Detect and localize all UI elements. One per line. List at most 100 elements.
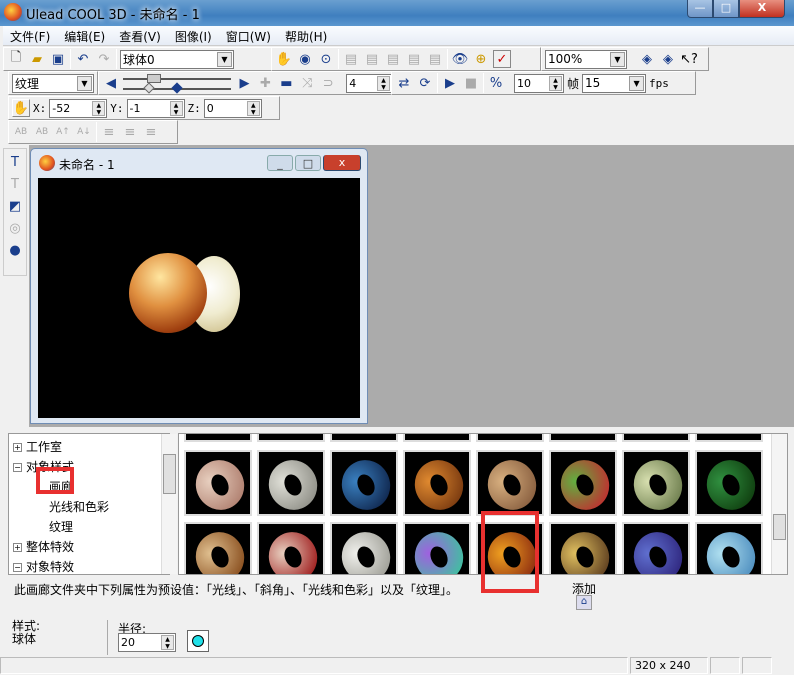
close-button[interactable]: X — [739, 0, 785, 18]
web-publish-icon[interactable]: ◈ — [659, 50, 677, 68]
doc-minimize-button[interactable]: _ — [267, 155, 293, 171]
gallery-thumbnail[interactable] — [330, 450, 398, 516]
gallery-thumbnail-partial[interactable] — [330, 434, 398, 442]
gallery-thumbnail-partial[interactable] — [257, 434, 325, 442]
undo-icon[interactable]: ↶ — [74, 50, 92, 68]
add-keyframe-icon[interactable]: ✚ — [256, 74, 274, 92]
line-spacing-down-icon[interactable]: A↓ — [75, 123, 93, 141]
doc-maximize-button[interactable]: □ — [295, 155, 321, 171]
tree-item-studio[interactable]: + 工作室 — [13, 438, 62, 455]
hand-icon[interactable]: ✋ — [12, 99, 30, 117]
minimize-button[interactable]: — — [687, 0, 713, 18]
align-center-icon[interactable]: ≡ — [121, 123, 139, 141]
tree-item-global-effects[interactable]: + 整体特效 — [13, 538, 74, 555]
help-cursor-icon[interactable]: ↖? — [680, 50, 698, 68]
tree-item-object-effects[interactable]: − 对象特效 — [13, 558, 74, 575]
timeline-slider[interactable] — [122, 73, 233, 94]
gallery-thumbnail-partial[interactable] — [549, 434, 617, 442]
shape-icon-1[interactable]: ▤ — [342, 50, 360, 68]
fps-select[interactable]: 15 ▼ — [582, 73, 647, 93]
frames-spinner[interactable]: 10 ▲ ▼ — [514, 73, 564, 93]
menu-file[interactable]: 文件(F) — [3, 26, 57, 47]
rotate-view-icon[interactable]: ◉ — [296, 50, 314, 68]
play-icon[interactable]: ▶ — [441, 74, 459, 92]
smooth-icon[interactable]: % — [487, 74, 505, 92]
doc-close-button[interactable]: x — [323, 155, 361, 171]
y-input[interactable]: -1 ▲ ▼ — [126, 98, 185, 118]
previous-keyframe-icon[interactable]: ◀ — [102, 74, 120, 92]
next-keyframe-icon[interactable]: ▶ — [236, 74, 254, 92]
gallery-thumbnail[interactable] — [622, 522, 690, 574]
gallery-thumbnail[interactable] — [184, 522, 252, 574]
menu-view[interactable]: 查看(V) — [112, 26, 168, 47]
z-input[interactable]: 0 ▲ ▼ — [203, 98, 262, 118]
gallery-thumbnail[interactable] — [184, 450, 252, 516]
shape-icon-3[interactable]: ▤ — [384, 50, 402, 68]
edit-text-icon[interactable]: T — [6, 175, 24, 193]
gallery-thumbnail[interactable] — [622, 450, 690, 516]
shape-icon-2[interactable]: ▤ — [363, 50, 381, 68]
reverse-icon[interactable]: ⤨ — [298, 74, 316, 92]
stop-icon[interactable]: ■ — [462, 74, 480, 92]
gallery-thumbnail[interactable] — [330, 522, 398, 574]
tree-item-light-color[interactable]: 光线和色彩 — [49, 498, 109, 515]
align-right-icon[interactable]: ≡ — [142, 123, 160, 141]
preview-icon[interactable]: 👁 — [451, 50, 469, 68]
web-export-icon[interactable]: ◈ — [638, 50, 656, 68]
radius-input[interactable]: 20 ▲ ▼ — [118, 633, 176, 652]
loop-icon[interactable]: ⊃ — [319, 74, 337, 92]
gallery-thumbnail[interactable] — [257, 522, 325, 574]
gallery-thumbnail-partial[interactable] — [403, 434, 471, 442]
text-spacing-narrow-icon[interactable]: AB — [33, 123, 51, 141]
tree-scrollbar[interactable] — [161, 434, 177, 574]
gallery-thumbnail[interactable] — [476, 450, 544, 516]
redo-icon[interactable]: ↷ — [95, 50, 113, 68]
gallery-thumbnail[interactable] — [695, 522, 763, 574]
remove-keyframe-icon[interactable]: ▬ — [277, 74, 295, 92]
insert-graphic-icon[interactable]: ◩ — [6, 197, 24, 215]
x-input[interactable]: -52 ▲ ▼ — [49, 98, 108, 118]
object-select[interactable]: 球体0 ▼ — [120, 49, 234, 69]
gallery-thumbnail[interactable] — [549, 522, 617, 574]
gallery-thumbnail[interactable] — [549, 450, 617, 516]
menu-image[interactable]: 图像(I) — [168, 26, 219, 47]
gallery-scrollbar[interactable] — [771, 434, 787, 574]
gallery-thumbnail-partial[interactable] — [476, 434, 544, 442]
gallery-thumbnail[interactable] — [403, 450, 471, 516]
loop-mode-icon[interactable]: ⇄ — [395, 74, 413, 92]
zoom-select[interactable]: 100% ▼ — [545, 49, 627, 69]
text-spacing-icon[interactable]: AB — [12, 123, 30, 141]
save-icon[interactable]: ▣ — [49, 50, 67, 68]
fit-view-icon[interactable]: ⊙ — [317, 50, 335, 68]
canvas-icon[interactable]: ✓ — [493, 50, 511, 68]
new-file-icon[interactable]: 🗋 — [7, 50, 25, 68]
gallery-thumbnail-partial[interactable] — [695, 434, 763, 442]
open-folder-icon[interactable]: ▰ — [28, 50, 46, 68]
menu-window[interactable]: 窗口(W) — [219, 26, 278, 47]
ping-pong-icon[interactable]: ⟳ — [416, 74, 434, 92]
gallery-thumbnail[interactable] — [695, 450, 763, 516]
shape-icon-5[interactable]: ▤ — [426, 50, 444, 68]
tree-item-texture[interactable]: 纹理 — [49, 518, 73, 535]
shape-icon-4[interactable]: ▤ — [405, 50, 423, 68]
add-to-gallery-button[interactable]: ⌂ — [576, 595, 592, 610]
maximize-button[interactable]: □ — [713, 0, 739, 18]
hand-icon[interactable]: ✋ — [275, 50, 293, 68]
edit-graphic-icon[interactable]: ◎ — [6, 219, 24, 237]
line-spacing-up-icon[interactable]: A↑ — [54, 123, 72, 141]
gallery-thumbnail-partial[interactable] — [184, 434, 252, 442]
gallery-thumbnail-partial[interactable] — [622, 434, 690, 442]
menu-help[interactable]: 帮助(H) — [278, 26, 334, 47]
globe-icon[interactable]: ⊕ — [472, 50, 490, 68]
color-swatch-button[interactable] — [187, 630, 209, 652]
menu-edit[interactable]: 编辑(E) — [57, 26, 112, 47]
attribute-select[interactable]: 纹理 ▼ — [12, 73, 94, 93]
align-left-icon[interactable]: ≡ — [100, 123, 118, 141]
insert-geometry-icon[interactable]: ● — [6, 241, 24, 259]
keyframe-spinner[interactable]: 4 ▲ ▼ — [346, 73, 393, 93]
insert-text-icon[interactable]: T — [6, 153, 24, 171]
gallery-thumbnail[interactable] — [257, 450, 325, 516]
gallery-thumbnail[interactable] — [403, 522, 471, 574]
sphere-textured[interactable] — [129, 253, 207, 333]
3d-canvas[interactable] — [38, 178, 360, 418]
